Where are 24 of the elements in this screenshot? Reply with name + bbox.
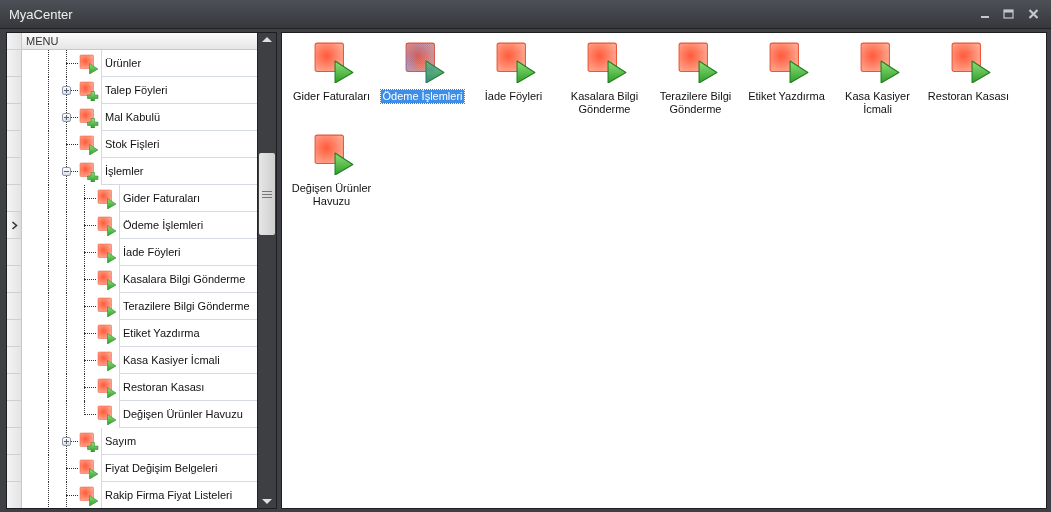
plus-icon [62, 86, 71, 95]
shortcut-label[interactable]: Kasa Kasiyer İcmali [832, 90, 923, 116]
shortcut-label[interactable]: Terazilere Bilgi Gönderme [650, 90, 741, 116]
expand-button[interactable] [62, 86, 71, 95]
shortcut-label[interactable]: Restoran Kasası [926, 90, 1011, 103]
row-header[interactable] [7, 212, 22, 239]
shortcut-label[interactable]: Gider Faturaları [292, 90, 371, 103]
expand-button[interactable] [62, 113, 71, 122]
expand-button[interactable] [62, 437, 71, 446]
shortcut-label[interactable]: Etiket Yazdırma [747, 90, 826, 103]
window-title: MyaCenter [8, 6, 73, 22]
scrollbar[interactable] [257, 33, 276, 508]
current-row-icon [10, 220, 18, 230]
plus-icon [62, 437, 71, 446]
scroll-thumb[interactable] [259, 153, 275, 235]
close-icon [1028, 9, 1039, 19]
shortcut-label[interactable]: Değişen Ürünler Havuzu [286, 182, 377, 208]
shortcut-label[interactable]: İade Föyleri [483, 90, 544, 103]
shortcut-label[interactable]: Kasalara Bilgi Gönderme [559, 90, 650, 116]
plus-icon [62, 113, 71, 122]
collapse-button[interactable] [62, 167, 71, 176]
column-header[interactable]: MENU [22, 33, 257, 50]
maximize-icon [1003, 9, 1014, 19]
minimize-icon [981, 16, 989, 18]
